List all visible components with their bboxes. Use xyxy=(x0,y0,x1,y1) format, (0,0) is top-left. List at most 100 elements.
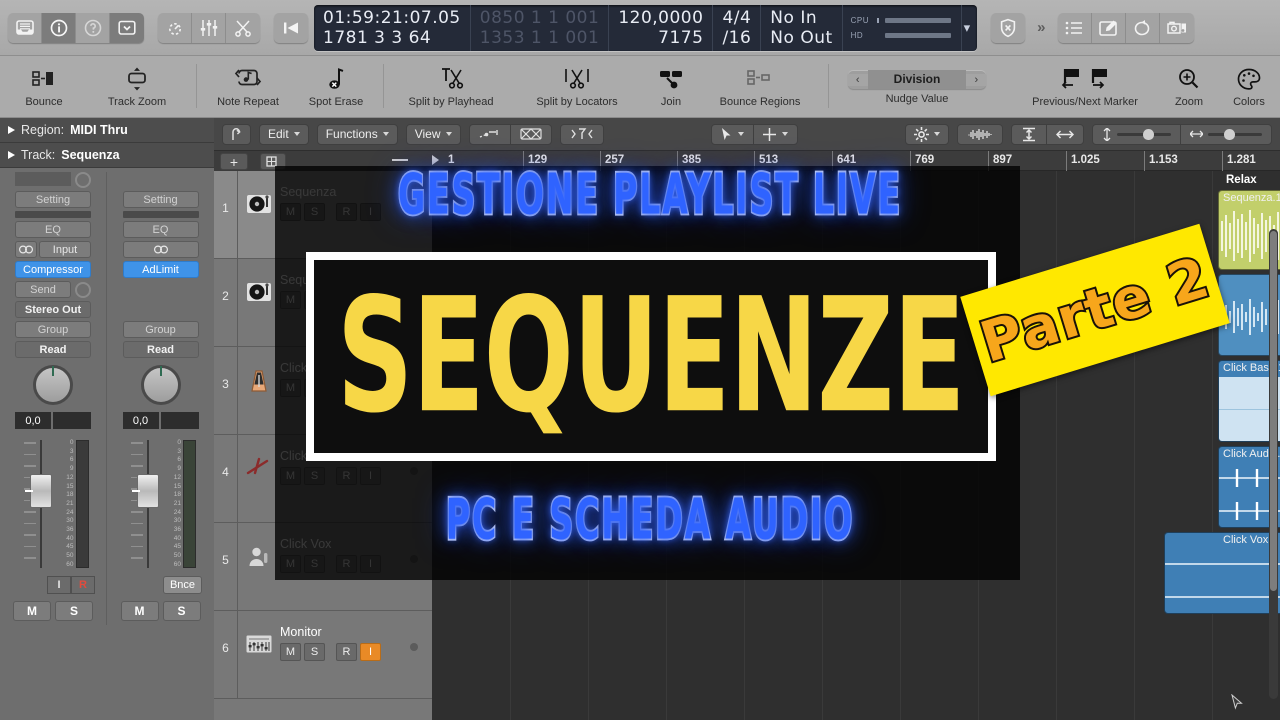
horizontal-zoom-slider[interactable] xyxy=(1181,125,1271,144)
collapse-icon[interactable] xyxy=(392,159,408,161)
toolbar-split-playhead-button[interactable]: Split by Playhead xyxy=(388,56,514,108)
menu-functions[interactable]: Functions xyxy=(316,123,398,145)
toolbar-colors-button[interactable]: Colors xyxy=(1218,56,1280,108)
strip1-record-enable-button[interactable]: R xyxy=(71,576,95,594)
list-editors-icon[interactable] xyxy=(1057,12,1092,43)
toolbar-marker-button[interactable]: Previous/Next Marker xyxy=(1010,56,1160,108)
strip2-input-button[interactable] xyxy=(122,241,199,258)
strip2-group-button[interactable]: Group xyxy=(122,321,199,338)
strip1-group-button[interactable]: Group xyxy=(15,321,91,338)
track-settings-gear-button[interactable] xyxy=(905,123,950,145)
strip2-plugin-adlimit[interactable]: AdLimit xyxy=(122,261,199,278)
nudge-prev-icon[interactable]: ‹ xyxy=(847,73,868,86)
catch-playhead-icon[interactable] xyxy=(222,123,251,145)
quick-help-icon[interactable] xyxy=(76,12,110,43)
lcd-locators-cell[interactable]: 0850 1 1 001 1353 1 1 001 xyxy=(471,4,610,51)
strip2-mute-button[interactable]: M xyxy=(120,601,159,621)
track-automation-dot[interactable] xyxy=(410,643,418,651)
strip1-input-row[interactable]: Input xyxy=(15,241,91,258)
track-automation-dot[interactable] xyxy=(410,555,418,563)
disclosure-triangle-icon[interactable] xyxy=(8,151,15,159)
toolbar-track-zoom-button[interactable]: Track Zoom xyxy=(82,56,192,108)
track-mute-button[interactable]: M xyxy=(280,643,301,661)
track-record-button[interactable]: R xyxy=(336,555,357,573)
mixer-icon[interactable] xyxy=(192,12,226,43)
nudge-next-icon[interactable]: › xyxy=(966,73,987,86)
go-to-beginning-icon[interactable] xyxy=(274,12,308,43)
strip1-solo-button[interactable]: S xyxy=(55,601,93,621)
metronome-icon[interactable] xyxy=(238,347,280,393)
strip1-volume-value[interactable] xyxy=(53,412,91,429)
turntable-icon[interactable] xyxy=(238,171,280,215)
chevron-double-right-icon[interactable]: » xyxy=(1025,19,1057,36)
lcd-chevron-down-icon[interactable]: ▾ xyxy=(962,5,978,51)
track-mute-button[interactable]: M xyxy=(280,203,301,221)
menu-view[interactable]: View xyxy=(405,123,461,145)
toolbar-spot-erase-button[interactable]: Spot Erase xyxy=(293,56,379,108)
stereo-link-icon[interactable] xyxy=(15,241,37,258)
toolbar-bounce-regions-button[interactable]: Bounce Regions xyxy=(702,56,818,108)
vertical-auto-zoom-icon[interactable] xyxy=(1012,124,1048,144)
track-mute-button[interactable]: M xyxy=(280,379,301,397)
vocal-mic-icon[interactable] xyxy=(238,523,280,569)
notes-icon[interactable] xyxy=(1091,12,1126,43)
track-record-button[interactable]: R xyxy=(336,467,357,485)
strip2-setting-button[interactable]: Setting xyxy=(122,191,199,208)
crosshair-tool-icon[interactable] xyxy=(754,125,797,144)
toolbar-zoom-button[interactable]: Zoom xyxy=(1160,56,1218,108)
strip1-output-button[interactable]: Stereo Out xyxy=(15,301,91,318)
smart-controls-icon[interactable] xyxy=(158,12,192,43)
marker-relax[interactable]: Relax xyxy=(1226,174,1257,186)
toolbar-bounce-button[interactable]: Bounce xyxy=(6,56,82,108)
pointer-tool-icon[interactable] xyxy=(712,124,754,144)
strip1-send-knob[interactable] xyxy=(75,281,91,298)
track-header-6[interactable]: 6 Monitor M S R I xyxy=(214,611,432,699)
track-mute-button[interactable]: M xyxy=(280,555,301,573)
strip2-pan-value[interactable]: 0,0 xyxy=(122,412,159,429)
toolbar-note-repeat-button[interactable]: Note Repeat xyxy=(203,56,293,108)
turntable-icon[interactable] xyxy=(238,259,280,303)
track-stack-icon[interactable] xyxy=(260,153,286,170)
strip2-bounce-button[interactable]: Bnce xyxy=(162,576,203,594)
strip1-input-monitor-button[interactable]: I xyxy=(47,576,71,594)
toolbar-nudge-value[interactable]: ‹ Division › Nudge Value xyxy=(835,56,999,105)
track-mute-button[interactable]: M xyxy=(280,291,301,309)
track-mute-button[interactable]: M xyxy=(280,467,301,485)
nudge-value-control[interactable]: ‹ Division › xyxy=(847,70,987,89)
lcd-midi-cell[interactable]: No In No Out xyxy=(761,4,843,51)
track-input-button[interactable]: I xyxy=(360,555,381,573)
lcd-tempo-cell[interactable]: 120,0000 7175 xyxy=(609,4,714,51)
lcd-position-cell[interactable]: 01:59:21:07.05 1781 3 3 64 xyxy=(314,4,471,51)
strip1-plugin-compressor[interactable]: Compressor xyxy=(15,261,91,278)
waveform-icon[interactable] xyxy=(958,125,1002,144)
horizontal-fit-icon[interactable] xyxy=(1047,125,1083,144)
strip2-pan-knob[interactable] xyxy=(140,365,181,405)
strip1-input-label[interactable]: Input xyxy=(39,241,91,258)
marquee-snap-icon[interactable] xyxy=(561,125,603,144)
strip1-volume-fader[interactable] xyxy=(18,440,52,568)
strip1-send-row[interactable]: Send xyxy=(15,281,91,298)
strip1-pan-knob[interactable] xyxy=(33,365,73,405)
disclosure-triangle-icon[interactable] xyxy=(8,126,15,134)
fade-icon[interactable] xyxy=(511,125,551,144)
strip1-setting-button[interactable]: Setting xyxy=(15,191,91,208)
loops-icon[interactable] xyxy=(1125,12,1160,43)
shield-x-icon[interactable] xyxy=(991,12,1026,43)
lcd-signature-cell[interactable]: 4/4 /16 xyxy=(713,4,762,51)
flex-icon[interactable] xyxy=(470,124,511,144)
vertical-scrollbar[interactable] xyxy=(1269,229,1278,699)
track-solo-button[interactable]: S xyxy=(304,643,325,661)
track-solo-button[interactable]: S xyxy=(304,467,325,485)
strip2-eq-button[interactable]: EQ xyxy=(122,221,199,238)
strip1-automation-button[interactable]: Read xyxy=(15,341,91,358)
add-track-button[interactable]: + xyxy=(220,153,248,170)
region-click-vox[interactable]: Click Vox.1 xyxy=(1164,532,1280,614)
track-name[interactable]: Monitor xyxy=(280,625,432,639)
strip1-gain-knob[interactable] xyxy=(75,172,91,188)
drumstick-icon[interactable] xyxy=(238,435,280,479)
track-input-button[interactable]: I xyxy=(360,643,381,661)
inspector-region-header[interactable]: Region: MIDI Thru xyxy=(0,118,214,143)
editors-scissors-icon[interactable] xyxy=(226,12,260,43)
inspector-info-icon[interactable] xyxy=(42,12,76,43)
strip1-mute-button[interactable]: M xyxy=(13,601,51,621)
